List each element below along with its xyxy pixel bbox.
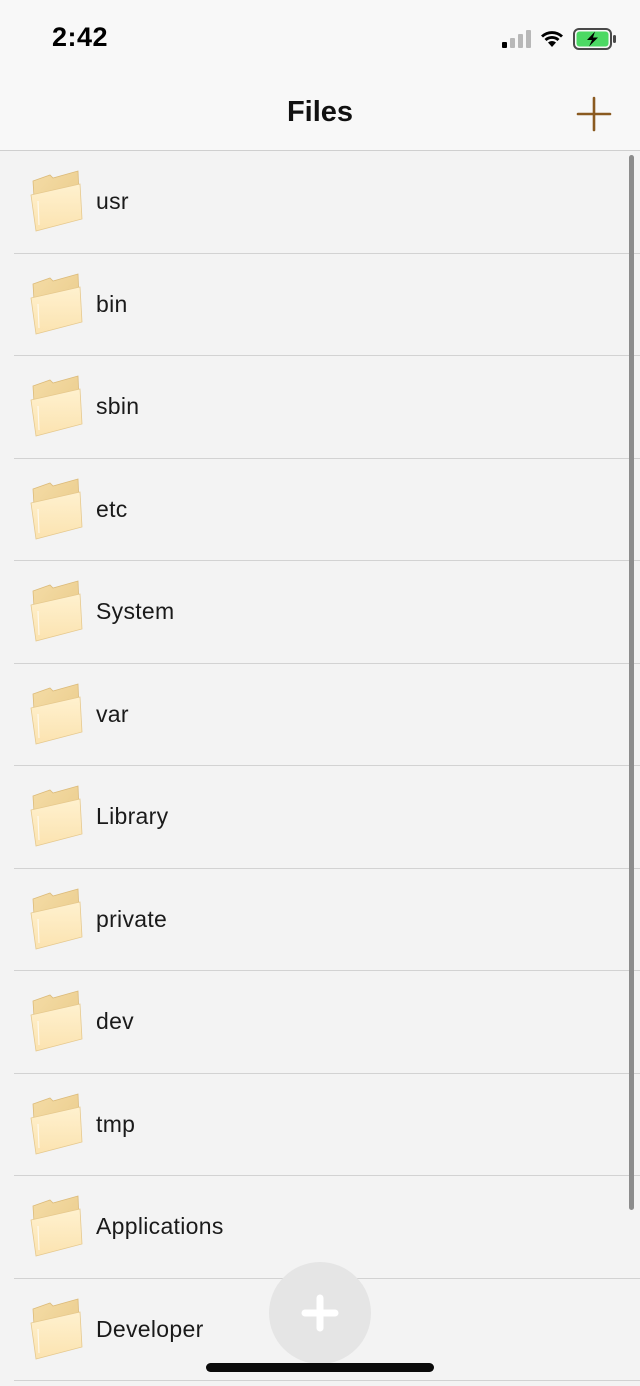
list-item-label: Developer xyxy=(96,1315,204,1342)
folder-icon xyxy=(28,887,84,953)
list-item-label: System xyxy=(96,598,175,624)
folder-icon xyxy=(28,1297,84,1363)
list-item[interactable]: bin xyxy=(0,254,640,357)
list-item-label: bin xyxy=(96,290,128,317)
list-item[interactable]: tmp xyxy=(0,1074,640,1177)
list-item-label: usr xyxy=(96,188,129,214)
status-time: 2:42 xyxy=(52,22,109,52)
folder-icon xyxy=(28,1194,84,1260)
list-item[interactable]: sbin xyxy=(0,356,640,459)
file-list[interactable]: usr bin sbin etc System var Library private dev t… xyxy=(0,151,640,1386)
folder-icon xyxy=(28,374,84,440)
plus-icon xyxy=(576,96,612,132)
add-button[interactable] xyxy=(574,94,614,134)
navigation-bar: Files xyxy=(0,80,640,151)
folder-icon xyxy=(28,169,84,235)
battery-charging-icon xyxy=(573,28,616,50)
list-item-label: Applications xyxy=(96,1213,224,1239)
status-bar: 2:42 xyxy=(0,0,640,80)
list-item-label: var xyxy=(96,700,129,727)
folder-icon xyxy=(28,477,84,543)
folder-icon xyxy=(28,989,84,1055)
list-item[interactable]: Library xyxy=(0,766,640,869)
list-item[interactable]: private xyxy=(0,869,640,972)
plus-icon xyxy=(301,1294,339,1332)
wifi-icon xyxy=(541,31,563,47)
list-item-label: etc xyxy=(96,495,128,522)
list-item[interactable]: etc xyxy=(0,459,640,562)
list-item[interactable]: dev xyxy=(0,971,640,1074)
floating-add-button[interactable] xyxy=(269,1262,371,1364)
list-item-label: Library xyxy=(96,803,169,829)
folder-icon xyxy=(28,579,84,645)
list-item-label: sbin xyxy=(96,393,140,419)
list-item-label: dev xyxy=(96,1008,134,1034)
list-item[interactable]: var xyxy=(0,664,640,767)
folder-icon xyxy=(28,1092,84,1158)
folder-icon xyxy=(28,784,84,850)
list-item[interactable]: usr xyxy=(0,151,640,254)
list-item-label: private xyxy=(96,905,168,932)
home-indicator xyxy=(206,1363,434,1372)
folder-icon xyxy=(28,272,84,338)
list-item-label: tmp xyxy=(96,1110,136,1137)
scrollbar[interactable] xyxy=(629,155,634,1210)
list-item[interactable]: System xyxy=(0,561,640,664)
folder-icon xyxy=(28,682,84,748)
cellular-signal-icon xyxy=(502,30,531,48)
page-title: Files xyxy=(286,96,354,128)
